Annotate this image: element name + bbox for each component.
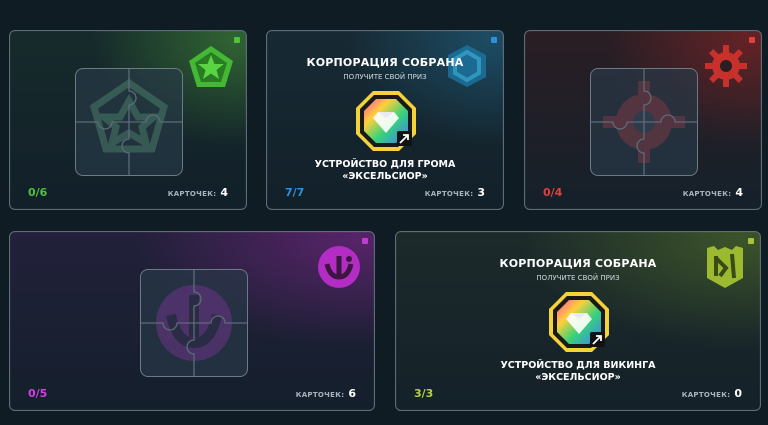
corporation-card-lime[interactable]: КОРПОРАЦИЯ СОБРАНА ПОЛУЧИТЕ СВОЙ ПРИЗ УС… (395, 231, 761, 411)
round-emblem-icon (318, 246, 360, 288)
cards-count-value: 4 (220, 186, 228, 199)
prize-name-line1: УСТРОЙСТВО ДЛЯ ВИКИНГА (500, 360, 656, 371)
cards-count-value: 3 (477, 186, 485, 199)
progress-counter: 0/4 (543, 186, 563, 199)
cards-count: КАРТОЧЕК: 4 (683, 186, 743, 199)
progress-counter: 7/7 (285, 186, 305, 199)
cards-count-label: КАРТОЧЕК: (681, 391, 731, 399)
status-dot (748, 238, 754, 244)
prize-name-line2: «ЭКСЕЛЬСИОР» (342, 171, 428, 182)
cards-count-label: КАРТОЧЕК: (167, 190, 217, 198)
cards-count: КАРТОЧЕК: 0 (682, 387, 742, 400)
star-pentagon-emblem-icon (189, 46, 233, 87)
cards-count-label: КАРТОЧЕК: (682, 190, 732, 198)
prize-name-line2: «ЭКСЕЛЬСИОР» (535, 372, 621, 383)
corporation-card-green[interactable]: 0/6 КАРТОЧЕК: 4 (9, 30, 247, 210)
cards-count-value: 4 (735, 186, 743, 199)
prize-name-line1: УСТРОЙСТВО ДЛЯ ГРОМА (314, 159, 456, 170)
gear-emblem-icon (705, 45, 747, 87)
corporation-complete-title: КОРПОРАЦИЯ СОБРАНА (499, 257, 657, 270)
prize-name: УСТРОЙСТВО ДЛЯ ВИКИНГА «ЭКСЕЛЬСИОР» (396, 360, 760, 384)
cards-count-label: КАРТОЧЕК: (295, 391, 345, 399)
status-dot (749, 37, 755, 43)
puzzle-placeholder (140, 269, 248, 377)
claim-prize-subtitle: ПОЛУЧИТЕ СВОЙ ПРИЗ (536, 274, 620, 282)
cards-count-value: 6 (348, 387, 356, 400)
corporation-complete-title: КОРПОРАЦИЯ СОБРАНА (306, 56, 464, 69)
puzzle-placeholder (590, 68, 698, 176)
gem-prize-icon[interactable] (355, 90, 417, 152)
claim-prize-subtitle: ПОЛУЧИТЕ СВОЙ ПРИЗ (343, 73, 427, 81)
prize-name: УСТРОЙСТВО ДЛЯ ГРОМА «ЭКСЕЛЬСИОР» (267, 159, 503, 183)
status-dot (491, 37, 497, 43)
corporation-card-red[interactable]: 0/4 КАРТОЧЕК: 4 (524, 30, 762, 210)
progress-counter: 0/6 (28, 186, 48, 199)
status-dot (362, 238, 368, 244)
cards-count: КАРТОЧЕК: 6 (296, 387, 356, 400)
cards-count: КАРТОЧЕК: 4 (168, 186, 228, 199)
cards-count: КАРТОЧЕК: 3 (425, 186, 485, 199)
status-dot (234, 37, 240, 43)
corporation-card-purple[interactable]: 0/5 КАРТОЧЕК: 6 (9, 231, 375, 411)
corporation-card-blue[interactable]: КОРПОРАЦИЯ СОБРАНА ПОЛУЧИТЕ СВОЙ ПРИЗ УС… (266, 30, 504, 210)
gem-prize-icon[interactable] (548, 291, 610, 353)
progress-counter: 0/5 (28, 387, 48, 400)
puzzle-placeholder (75, 68, 183, 176)
cards-count-label: КАРТОЧЕК: (424, 190, 474, 198)
progress-counter: 3/3 (414, 387, 434, 400)
cards-count-value: 0 (734, 387, 742, 400)
